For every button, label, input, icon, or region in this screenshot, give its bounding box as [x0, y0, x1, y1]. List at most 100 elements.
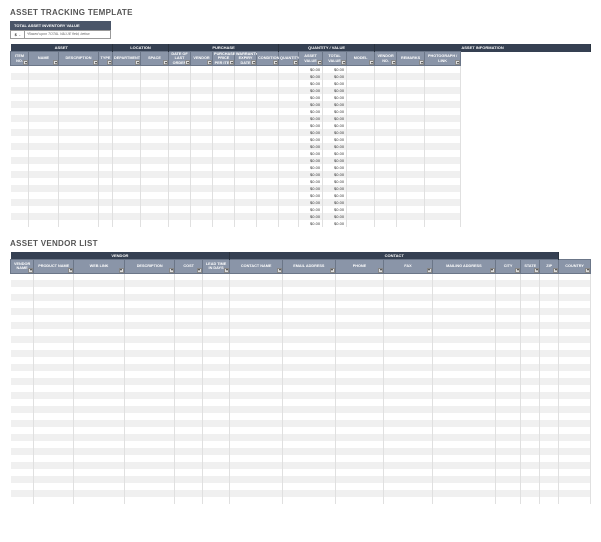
cell[interactable]: [432, 476, 495, 483]
cell[interactable]: [540, 455, 559, 462]
cell[interactable]: [347, 101, 375, 108]
cell[interactable]: [335, 483, 384, 490]
cell[interactable]: [521, 364, 540, 371]
cell[interactable]: [74, 483, 125, 490]
cell[interactable]: [397, 122, 425, 129]
cell[interactable]: [559, 308, 591, 315]
cell[interactable]: [283, 308, 336, 315]
cell[interactable]: [59, 171, 99, 178]
cell[interactable]: [202, 350, 229, 357]
cell[interactable]: [540, 315, 559, 322]
cell[interactable]: [397, 213, 425, 220]
cell[interactable]: [124, 469, 175, 476]
cell[interactable]: [29, 115, 59, 122]
cell[interactable]: [384, 490, 433, 497]
filter-dropdown-icon[interactable]: [553, 268, 558, 273]
cell[interactable]: [74, 371, 125, 378]
cell[interactable]: [34, 357, 74, 364]
cell[interactable]: [384, 364, 433, 371]
cell[interactable]: [124, 427, 175, 434]
cell[interactable]: [283, 287, 336, 294]
cell[interactable]: [257, 108, 279, 115]
cell[interactable]: [230, 469, 283, 476]
cell[interactable]: [34, 287, 74, 294]
column-header[interactable]: QUANTITY: [279, 52, 299, 66]
cell[interactable]: $0.00: [299, 220, 323, 227]
cell[interactable]: [169, 101, 191, 108]
cell[interactable]: [11, 136, 29, 143]
cell[interactable]: [175, 497, 202, 504]
cell[interactable]: [540, 434, 559, 441]
cell[interactable]: [235, 157, 257, 164]
cell[interactable]: [230, 476, 283, 483]
cell[interactable]: [124, 434, 175, 441]
cell[interactable]: [191, 157, 213, 164]
cell[interactable]: [29, 80, 59, 87]
cell[interactable]: [59, 115, 99, 122]
cell[interactable]: [283, 357, 336, 364]
cell[interactable]: [347, 206, 375, 213]
filter-dropdown-icon[interactable]: [378, 268, 383, 273]
cell[interactable]: [335, 378, 384, 385]
cell[interactable]: [375, 213, 397, 220]
cell[interactable]: [347, 87, 375, 94]
cell[interactable]: [124, 378, 175, 385]
cell[interactable]: [279, 80, 299, 87]
cell[interactable]: [74, 378, 125, 385]
filter-dropdown-icon[interactable]: [293, 60, 298, 65]
cell[interactable]: [397, 129, 425, 136]
cell[interactable]: [74, 476, 125, 483]
cell[interactable]: [384, 441, 433, 448]
cell[interactable]: [335, 336, 384, 343]
cell[interactable]: [191, 73, 213, 80]
cell[interactable]: [279, 220, 299, 227]
cell[interactable]: [34, 448, 74, 455]
filter-dropdown-icon[interactable]: [169, 268, 174, 273]
cell[interactable]: $0.00: [323, 115, 347, 122]
cell[interactable]: [59, 199, 99, 206]
cell[interactable]: [175, 420, 202, 427]
cell[interactable]: [11, 301, 34, 308]
cell[interactable]: [425, 192, 461, 199]
cell[interactable]: [29, 164, 59, 171]
cell[interactable]: [99, 192, 113, 199]
cell[interactable]: [384, 385, 433, 392]
cell[interactable]: [113, 129, 141, 136]
cell[interactable]: [559, 378, 591, 385]
cell[interactable]: [384, 322, 433, 329]
cell[interactable]: [34, 420, 74, 427]
cell[interactable]: [175, 308, 202, 315]
cell[interactable]: [384, 469, 433, 476]
cell[interactable]: [11, 406, 34, 413]
cell[interactable]: [495, 441, 520, 448]
cell[interactable]: [540, 308, 559, 315]
cell[interactable]: [495, 329, 520, 336]
cell[interactable]: [29, 94, 59, 101]
cell[interactable]: [335, 350, 384, 357]
cell[interactable]: [99, 157, 113, 164]
cell[interactable]: [235, 213, 257, 220]
cell[interactable]: [384, 476, 433, 483]
cell[interactable]: [191, 178, 213, 185]
cell[interactable]: [384, 315, 433, 322]
cell[interactable]: [425, 150, 461, 157]
table-row[interactable]: $0.00$0.00: [11, 94, 591, 101]
cell[interactable]: [141, 80, 169, 87]
cell[interactable]: $0.00: [299, 129, 323, 136]
cell[interactable]: [74, 406, 125, 413]
table-row[interactable]: [11, 273, 591, 280]
cell[interactable]: [141, 87, 169, 94]
cell[interactable]: [495, 490, 520, 497]
cell[interactable]: [202, 455, 229, 462]
cell[interactable]: [540, 413, 559, 420]
cell[interactable]: [34, 329, 74, 336]
cell[interactable]: [175, 273, 202, 280]
cell[interactable]: [425, 94, 461, 101]
cell[interactable]: [202, 490, 229, 497]
cell[interactable]: [397, 87, 425, 94]
cell[interactable]: [559, 357, 591, 364]
cell[interactable]: [141, 143, 169, 150]
cell[interactable]: [347, 73, 375, 80]
cell[interactable]: [283, 448, 336, 455]
table-row[interactable]: [11, 350, 591, 357]
